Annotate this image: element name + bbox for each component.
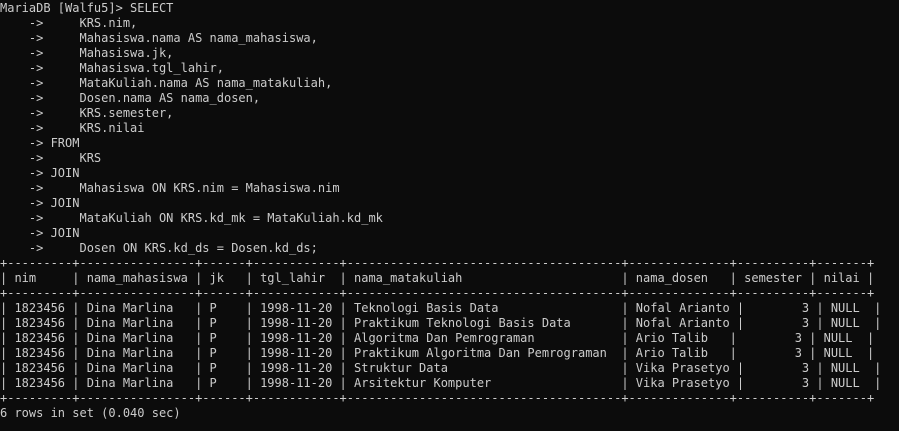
- query-line: -> JOIN: [0, 226, 80, 240]
- query-line: -> Mahasiswa.jk,: [0, 46, 174, 60]
- table-border-top: +---------+----------------+------+-----…: [0, 256, 875, 270]
- table-row: | 1823456 | Dina Marlina | P | 1998-11-2…: [0, 346, 875, 360]
- query-line: -> KRS.nilai: [0, 121, 145, 135]
- table-border-bottom: +---------+----------------+------+-----…: [0, 391, 875, 405]
- query-line: -> JOIN: [0, 196, 80, 210]
- query-line: -> MataKuliah.nama AS nama_matakuliah,: [0, 76, 333, 90]
- terminal-window[interactable]: MariaDB [Walfu5]> SELECT -> KRS.nim, -> …: [0, 0, 899, 431]
- query-line: -> Dosen.nama AS nama_dosen,: [0, 91, 261, 105]
- query-line: -> KRS.semester,: [0, 106, 174, 120]
- query-line: -> JOIN: [0, 166, 80, 180]
- table-border-mid: +---------+----------------+------+-----…: [0, 286, 875, 300]
- result-summary: 6 rows in set (0.040 sec): [0, 406, 181, 420]
- query-line: -> Mahasiswa ON KRS.nim = Mahasiswa.nim: [0, 181, 340, 195]
- table-header-row: | nim | nama_mahasiswa | jk | tgl_lahir …: [0, 271, 875, 285]
- table-row: | 1823456 | Dina Marlina | P | 1998-11-2…: [0, 316, 882, 330]
- query-line: -> Dosen ON KRS.kd_ds = Dosen.kd_ds;: [0, 241, 318, 255]
- table-row: | 1823456 | Dina Marlina | P | 1998-11-2…: [0, 361, 882, 375]
- query-line: -> FROM: [0, 136, 80, 150]
- query-line: -> KRS: [0, 151, 102, 165]
- table-row: | 1823456 | Dina Marlina | P | 1998-11-2…: [0, 331, 875, 345]
- query-line: -> KRS.nim,: [0, 16, 138, 30]
- query-line: -> MataKuliah ON KRS.kd_mk = MataKuliah.…: [0, 211, 383, 225]
- table-row: | 1823456 | Dina Marlina | P | 1998-11-2…: [0, 301, 882, 315]
- sql-prompt-line: MariaDB [Walfu5]> SELECT: [0, 1, 174, 15]
- query-line: -> Mahasiswa.tgl_lahir,: [0, 61, 224, 75]
- table-row: | 1823456 | Dina Marlina | P | 1998-11-2…: [0, 376, 882, 390]
- query-line: -> Mahasiswa.nama AS nama_mahasiswa,: [0, 31, 318, 45]
